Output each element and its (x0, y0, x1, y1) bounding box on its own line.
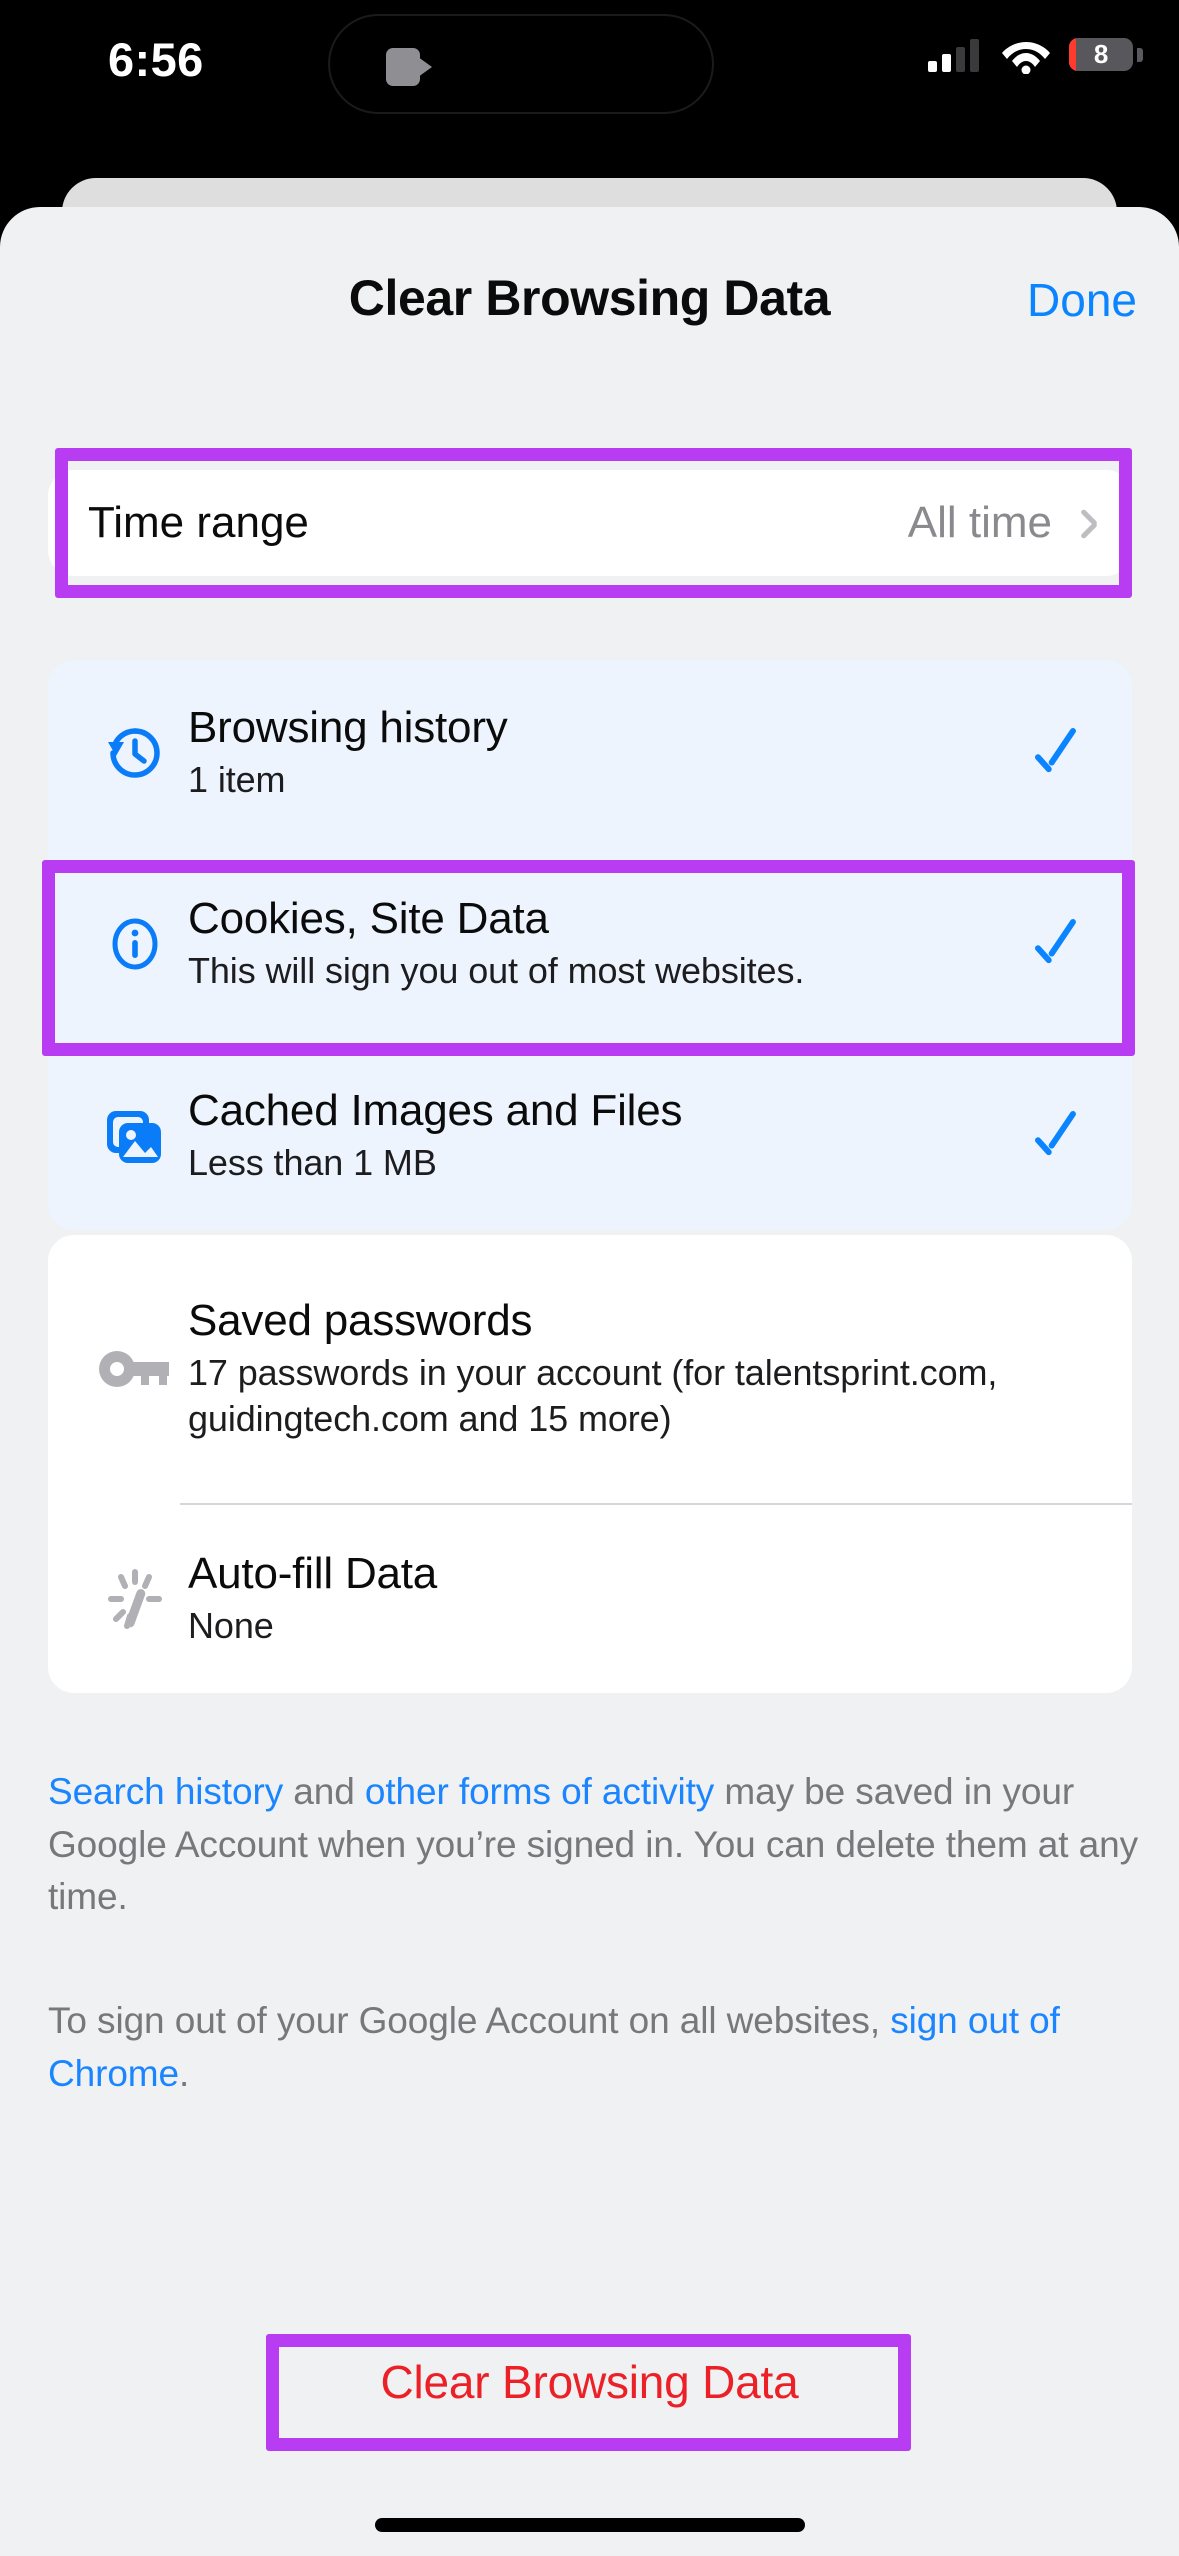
footer-signout-lead: To sign out of your Google Account on al… (48, 2000, 891, 2041)
option-title: Auto-fill Data (188, 1549, 438, 1599)
option-text: Cached Images and Files Less than 1 MB (180, 1086, 1032, 1185)
footer-paragraph-activity: Search history and other forms of activi… (48, 1766, 1138, 1924)
home-indicator (374, 2518, 805, 2532)
time-range-card: Time range All time (48, 470, 1132, 576)
option-row-autofill-data[interactable]: Auto-fill Data None (48, 1505, 1132, 1693)
battery-icon: 8 (1069, 38, 1133, 71)
dynamic-island[interactable] (328, 14, 714, 114)
option-text: Saved passwords 17 passwords in your acc… (180, 1296, 1086, 1441)
camera-icon (386, 48, 438, 86)
wifi-icon (1001, 36, 1051, 75)
cellular-signal-icon (928, 38, 979, 72)
option-subtitle: 17 passwords in your account (for talent… (188, 1351, 998, 1439)
option-subtitle: Less than 1 MB (188, 1141, 437, 1183)
search-history-link[interactable]: Search history (48, 1771, 283, 1812)
option-text: Browsing history 1 item (180, 703, 1032, 802)
history-clock-icon (90, 722, 180, 784)
autofill-sparkle-icon (90, 1566, 180, 1632)
unselected-options-group: Saved passwords 17 passwords in your acc… (48, 1235, 1132, 1693)
option-row-cached-images[interactable]: Cached Images and Files Less than 1 MB (48, 1042, 1132, 1230)
checkmark-icon (1032, 1109, 1086, 1163)
checkmark-icon (1032, 726, 1086, 780)
checkmark-icon (1032, 917, 1086, 971)
status-bar: 6:56 8 (0, 0, 1179, 120)
cached-images-icon (90, 1105, 180, 1167)
option-title: Saved passwords (188, 1296, 533, 1346)
option-subtitle: This will sign you out of most websites. (188, 949, 805, 991)
phone-screen: 6:56 8 Clear Browsing Data Done Time ran… (0, 0, 1179, 2556)
time-range-label: Time range (88, 498, 309, 547)
other-forms-of-activity-link[interactable]: other forms of activity (365, 1771, 714, 1812)
footer-text-mid: and (283, 1771, 365, 1812)
option-subtitle: None (188, 1604, 274, 1646)
time-range-row[interactable]: Time range All time (48, 470, 1132, 576)
clear-browsing-data-button[interactable]: Clear Browsing Data (0, 2355, 1179, 2409)
option-row-cookies[interactable]: Cookies, Site Data This will sign you ou… (48, 846, 1132, 1042)
battery-percent-label: 8 (1093, 39, 1109, 69)
done-button[interactable]: Done (1027, 273, 1137, 327)
page-title: Clear Browsing Data (348, 270, 831, 326)
battery-nub-icon (1137, 48, 1143, 62)
footer-paragraph-signout: To sign out of your Google Account on al… (48, 1995, 1138, 2100)
option-subtitle: 1 item (188, 758, 286, 800)
option-text: Auto-fill Data None (180, 1549, 1086, 1648)
option-title: Cookies, Site Data (188, 894, 549, 944)
footer-signout-tail: . (179, 2052, 190, 2094)
info-circle-icon (90, 913, 180, 975)
chevron-right-icon (1078, 507, 1096, 539)
sheet-header: Clear Browsing Data Done (0, 207, 1179, 352)
option-text: Cookies, Site Data This will sign you ou… (180, 894, 1032, 993)
key-icon (90, 1344, 180, 1394)
selected-options-group: Browsing history 1 item Cookies, Site Da… (48, 660, 1132, 1230)
time-range-value: All time (907, 498, 1052, 547)
option-title: Cached Images and Files (188, 1086, 683, 1136)
option-title: Browsing history (188, 703, 508, 753)
status-bar-clock: 6:56 (108, 33, 204, 86)
option-row-browsing-history[interactable]: Browsing history 1 item (48, 660, 1132, 846)
option-row-saved-passwords[interactable]: Saved passwords 17 passwords in your acc… (48, 1235, 1132, 1503)
